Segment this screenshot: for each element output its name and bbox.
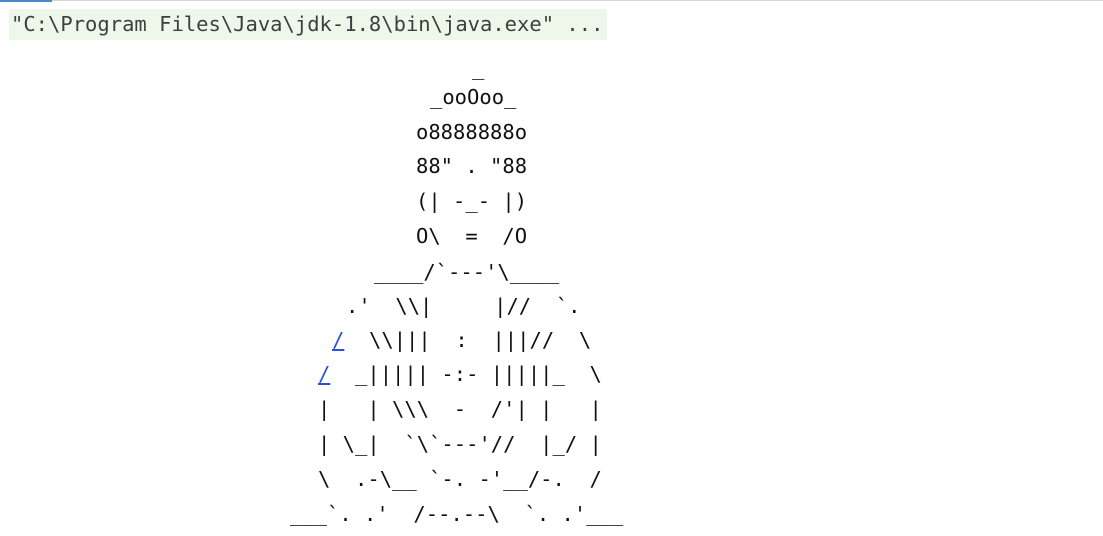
- ascii-line-14: ___`. .' /--.--\ `. .'___: [290, 502, 624, 526]
- console-tab-indicator: [0, 0, 52, 2]
- ascii-line-5: (| -_- |): [416, 189, 528, 213]
- console-link[interactable]: /: [332, 328, 344, 352]
- ascii-line-9-text: \\||| : |||// \: [344, 328, 592, 352]
- ascii-line-3: o8888888o: [416, 120, 528, 144]
- run-command-line[interactable]: "C:\Program Files\Java\jdk-1.8\bin\java.…: [9, 9, 608, 40]
- console-link[interactable]: /: [318, 362, 330, 386]
- ascii-line-9: / \\||| : |||// \: [332, 323, 591, 357]
- ascii-line-6: O\ = /O: [416, 224, 528, 248]
- ascii-line-12: | \_| `\`---'// |_/ |: [318, 432, 602, 456]
- ascii-line-4: 88" . "88: [416, 154, 528, 178]
- ascii-line-7: ____/`---'\____: [374, 260, 560, 284]
- ascii-line-8: .' \\| |// `.: [346, 294, 581, 318]
- run-console: "C:\Program Files\Java\jdk-1.8\bin\java.…: [0, 0, 1103, 536]
- ascii-line-2: _ooOoo_: [430, 85, 517, 109]
- ascii-line-10: / _||||| -:- |||||_ \: [318, 357, 602, 391]
- ascii-line-13: \ .-\__ `-. -'__/-. /: [318, 467, 602, 491]
- ascii-line-11: | | \\\ - /'| | |: [318, 397, 602, 421]
- ascii-line-10-text: _||||| -:- |||||_ \: [330, 362, 602, 386]
